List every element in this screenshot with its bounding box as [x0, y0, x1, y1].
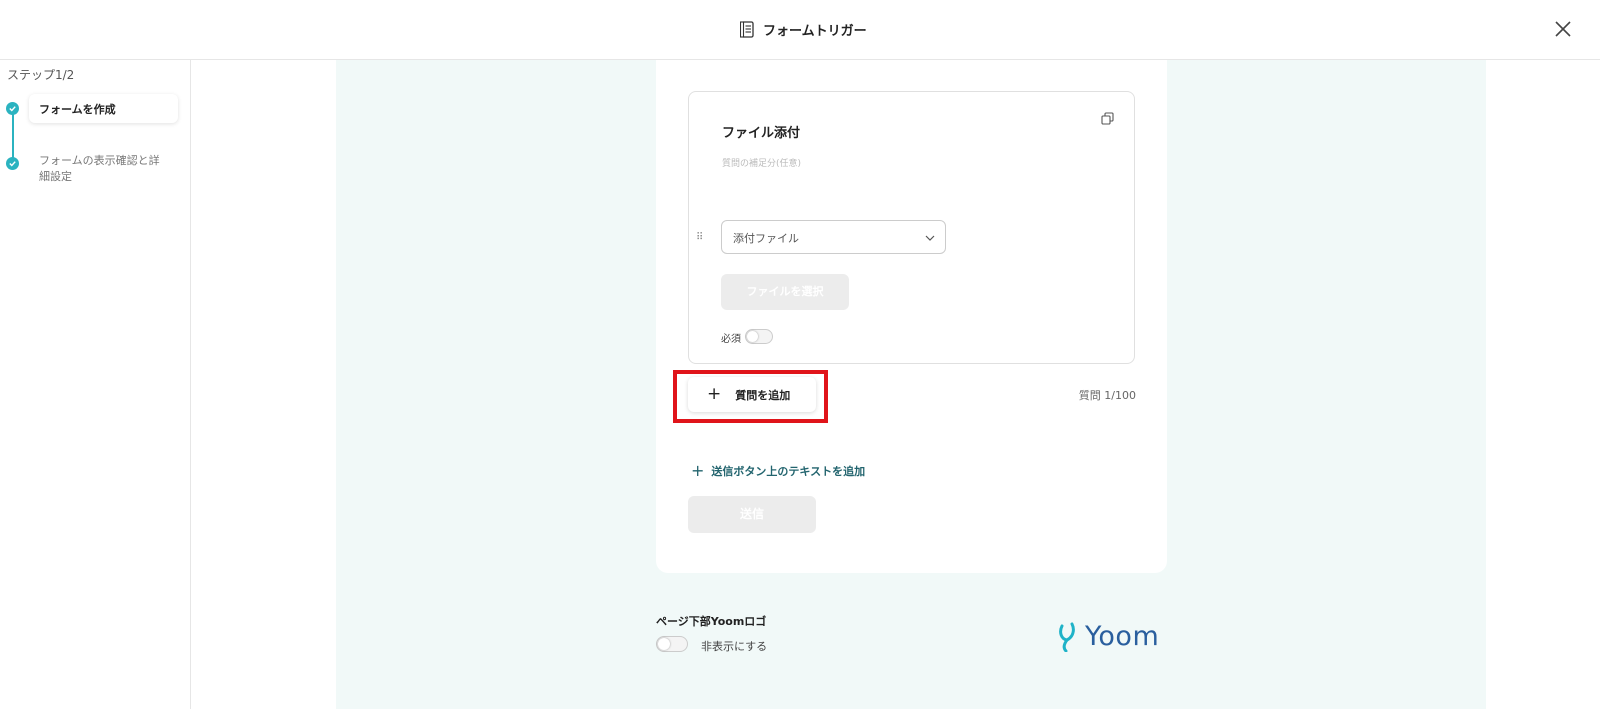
chevron-down-icon: [925, 235, 935, 241]
hide-logo-toggle[interactable]: [656, 636, 688, 652]
required-toggle[interactable]: [745, 329, 773, 344]
submit-button[interactable]: 送信: [688, 496, 816, 533]
step-check-icon: [6, 157, 19, 170]
top-bar: フォームトリガー: [0, 0, 1600, 60]
drag-handle-icon[interactable]: ⠿: [696, 232, 703, 243]
add-question-button[interactable]: + 質問を追加: [688, 377, 816, 412]
plus-icon: +: [691, 461, 705, 480]
hide-logo-label: 非表示にする: [701, 640, 768, 653]
form-icon: [740, 21, 754, 38]
yoom-logo-text: Yoom: [1085, 620, 1160, 652]
close-icon[interactable]: [1552, 18, 1574, 40]
step-connector: [12, 109, 14, 164]
sidebar-step-create-form[interactable]: フォームを作成: [29, 94, 178, 123]
yoom-logo: Yoom: [1056, 620, 1159, 652]
question-title[interactable]: ファイル添付: [722, 122, 800, 141]
logo-setting-label: ページ下部Yoomロゴ: [656, 615, 767, 628]
step-check-icon: [6, 102, 19, 115]
add-submit-text-label: 送信ボタン上のテキストを追加: [711, 465, 866, 478]
duplicate-icon[interactable]: [1101, 112, 1114, 125]
question-description-field[interactable]: 質問の補足分(任意): [722, 156, 801, 169]
question-type-value: 添付ファイル: [733, 232, 799, 245]
question-count: 質問 1/100: [1078, 389, 1136, 402]
form-card: ファイル添付 質問の補足分(任意) ⠿ 添付ファイル ファイルを選択 必須 + …: [656, 60, 1167, 573]
choose-file-button[interactable]: ファイルを選択: [721, 274, 849, 310]
question-type-select[interactable]: 添付ファイル: [721, 220, 946, 254]
required-label: 必須: [721, 334, 741, 345]
sidebar-step-confirm-settings[interactable]: フォームの表示確認と詳細設定: [39, 153, 169, 185]
header-title-group: フォームトリガー: [740, 20, 867, 39]
step-sidebar: ステップ1/2 フォームを作成 フォームの表示確認と詳細設定: [0, 60, 191, 709]
question-block: ファイル添付 質問の補足分(任意) ⠿ 添付ファイル ファイルを選択 必須: [688, 91, 1135, 364]
yoom-logo-icon: [1059, 622, 1075, 652]
step-counter: ステップ1/2: [7, 68, 75, 82]
form-editor-area: ファイル添付 質問の補足分(任意) ⠿ 添付ファイル ファイルを選択 必須 + …: [336, 60, 1486, 709]
add-submit-text-link[interactable]: + 送信ボタン上のテキストを追加: [691, 463, 865, 479]
add-question-label: 質問を追加: [735, 388, 791, 402]
page-title: フォームトリガー: [763, 24, 867, 39]
plus-icon: +: [707, 384, 722, 404]
